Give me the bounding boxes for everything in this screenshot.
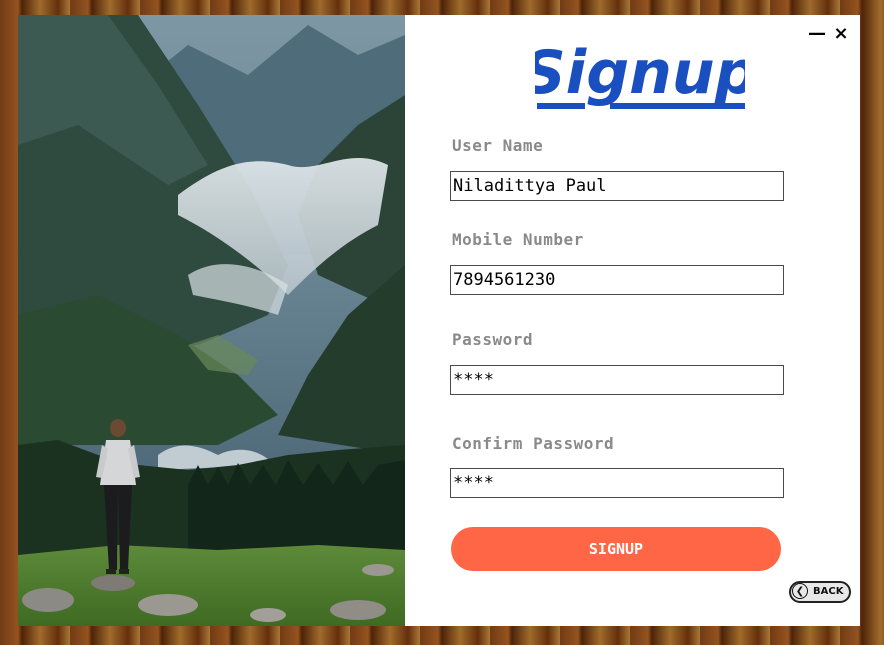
minimize-button[interactable]: —	[806, 23, 828, 45]
mobile-number-input[interactable]: 7894561230	[450, 265, 784, 295]
back-button[interactable]: ❮ BACK	[789, 581, 851, 603]
back-button-label: BACK	[813, 586, 844, 597]
signup-form-panel: Signup — × User Name Niladittya Paul Mob…	[405, 15, 860, 626]
chevron-left-icon: ❮	[792, 583, 808, 599]
confirm-password-input[interactable]: ****	[450, 468, 784, 498]
signup-logo: Signup	[522, 25, 758, 115]
close-button[interactable]: ×	[830, 23, 852, 45]
signup-window: Signup — × User Name Niladittya Paul Mob…	[18, 15, 860, 626]
confirm-password-label: Confirm Password	[452, 434, 615, 453]
username-input[interactable]: Niladittya Paul	[450, 171, 784, 201]
signup-logo-text: Signup	[535, 38, 745, 108]
password-label: Password	[452, 330, 534, 349]
password-input[interactable]: ****	[450, 365, 784, 395]
mountain-landscape-image	[18, 15, 405, 626]
username-label: User Name	[452, 136, 544, 155]
mobile-number-label: Mobile Number	[452, 230, 584, 249]
signup-button[interactable]: SIGNUP	[451, 527, 781, 571]
